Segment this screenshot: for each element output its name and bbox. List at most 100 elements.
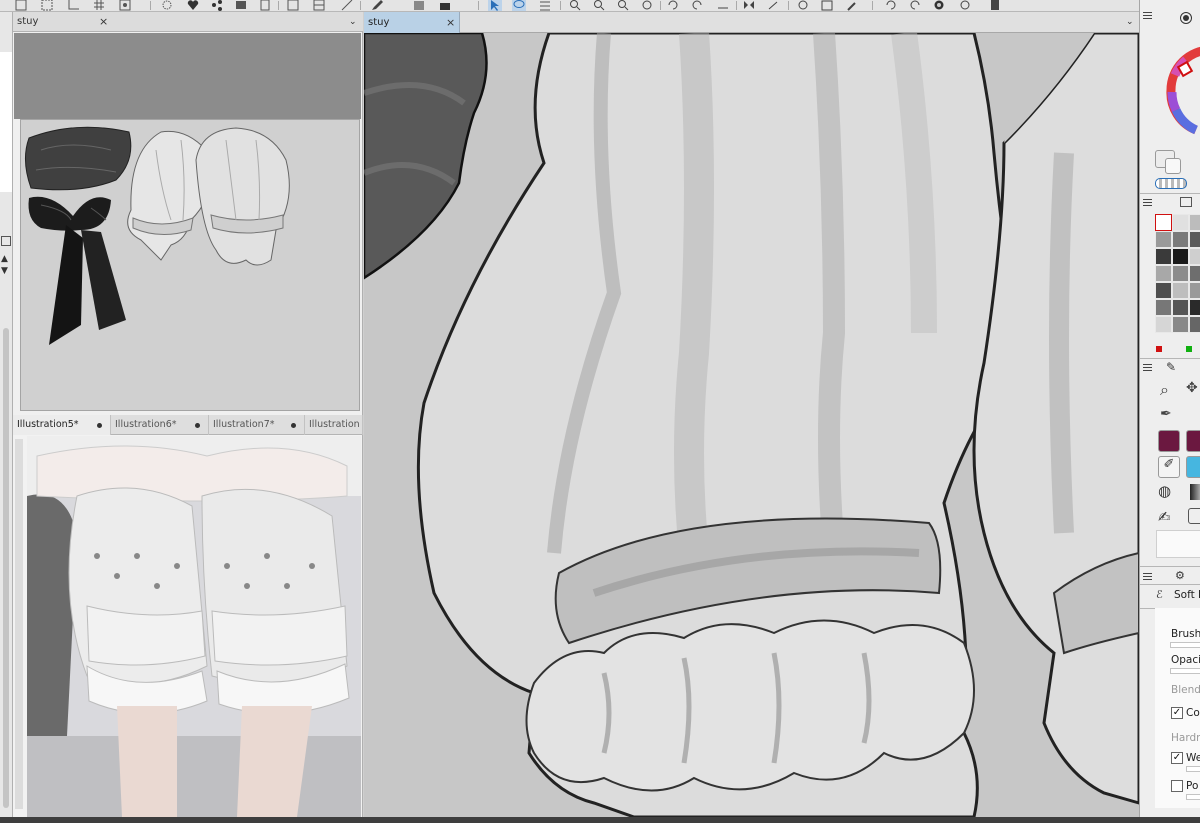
fit-icon[interactable]: [286, 0, 300, 11]
color-swatch[interactable]: [1155, 231, 1172, 248]
image-icon[interactable]: [820, 0, 834, 11]
expand-icon[interactable]: [1, 236, 11, 246]
color-wheel[interactable]: [1166, 30, 1200, 140]
align-icon[interactable]: [538, 0, 552, 11]
reset-view-icon[interactable]: [716, 0, 730, 11]
color-swatch[interactable]: [1155, 248, 1172, 265]
sub-view-tab[interactable]: stuy: [13, 12, 38, 32]
watercolor-slider[interactable]: [1186, 766, 1200, 772]
gradient-icon[interactable]: [1190, 484, 1200, 500]
flip-icon[interactable]: [742, 0, 756, 11]
lasso-icon[interactable]: [512, 0, 526, 11]
color-set-menu-icon[interactable]: [1143, 199, 1152, 206]
grid-icon[interactable]: [92, 0, 106, 11]
frame-icon[interactable]: [312, 0, 326, 11]
history-back-icon[interactable]: [884, 0, 898, 11]
share-icon[interactable]: [210, 0, 224, 11]
eyedropper-icon[interactable]: [846, 0, 860, 11]
color-swatch[interactable]: [1172, 214, 1189, 231]
color-set-options-icon[interactable]: [1180, 197, 1192, 207]
tool-menu-icon[interactable]: [1143, 364, 1152, 371]
color-swatch[interactable]: [1189, 214, 1200, 231]
brush-preset-icon[interactable]: [1158, 430, 1180, 452]
color-swatch[interactable]: [1155, 299, 1172, 316]
frame-tool-icon[interactable]: [1188, 508, 1200, 524]
reference-scrollbar[interactable]: [15, 439, 23, 809]
pressure-checkbox[interactable]: [1171, 780, 1183, 792]
transform-icon[interactable]: [118, 0, 132, 11]
device-icon[interactable]: [988, 0, 1002, 11]
zoom-out-icon[interactable]: [592, 0, 606, 11]
color-swatch[interactable]: [1155, 316, 1172, 333]
loading-icon[interactable]: [160, 0, 174, 11]
brush-preset-icon[interactable]: [1186, 430, 1200, 452]
zoom-tool-icon[interactable]: ⌕: [1160, 380, 1169, 400]
tab-illustration[interactable]: Illustration: [305, 415, 363, 435]
timelapse-icon[interactable]: [958, 0, 972, 11]
color-swatch[interactable]: [1155, 214, 1172, 231]
close-icon[interactable]: ×: [99, 12, 108, 32]
zoom-fit-icon[interactable]: [616, 0, 630, 11]
color-checkbox[interactable]: ✓: [1171, 707, 1183, 719]
main-canvas[interactable]: [364, 33, 1139, 817]
undo-icon[interactable]: [666, 0, 680, 11]
property-menu-icon[interactable]: [1143, 573, 1152, 580]
layer-icon[interactable]: [234, 0, 248, 11]
panel-menu-icon[interactable]: [1143, 12, 1152, 19]
redo-icon[interactable]: [690, 0, 704, 11]
eyedropper-icon[interactable]: ✒: [1160, 406, 1172, 422]
brush-size-slider[interactable]: [1170, 642, 1200, 648]
watercolor-checkbox[interactable]: ✓: [1171, 752, 1183, 764]
color-swatch[interactable]: [1172, 282, 1189, 299]
pen-icon[interactable]: [370, 0, 384, 11]
left-scrollbar[interactable]: [3, 328, 9, 808]
color-swatch[interactable]: [1189, 299, 1200, 316]
selection-icon[interactable]: [488, 0, 502, 11]
crop-icon[interactable]: [66, 0, 80, 11]
brush-icon[interactable]: ✍: [1158, 508, 1171, 526]
color-swatch[interactable]: [1155, 282, 1172, 299]
blend-tool-icon[interactable]: [1186, 456, 1200, 478]
history-forward-icon[interactable]: [908, 0, 922, 11]
color-swatch[interactable]: [1189, 316, 1200, 333]
scroll-arrow-icon[interactable]: ▲: [1, 254, 8, 264]
bucket-icon[interactable]: ◍: [1158, 482, 1171, 500]
chevron-down-icon[interactable]: ⌄: [1126, 12, 1134, 33]
layer-mask-icon[interactable]: [796, 0, 810, 11]
color-swatch[interactable]: [1155, 265, 1172, 282]
pen-tool-icon[interactable]: ✎: [1166, 360, 1176, 374]
rotate-canvas-icon[interactable]: [766, 0, 780, 11]
marquee-icon[interactable]: [40, 0, 54, 11]
rotate-icon[interactable]: [640, 0, 654, 11]
color-swatch[interactable]: [1172, 265, 1189, 282]
settings-sliders-icon[interactable]: ⚙: [1175, 569, 1185, 582]
color-swatch[interactable]: [1172, 316, 1189, 333]
color-swatch[interactable]: [1189, 265, 1200, 282]
clipboard-icon[interactable]: [258, 0, 272, 11]
record-icon[interactable]: [932, 0, 946, 11]
chevron-down-icon[interactable]: ⌄: [349, 12, 357, 32]
heart-icon[interactable]: [186, 0, 200, 11]
move-tool-icon[interactable]: ✥: [1186, 380, 1198, 396]
close-icon[interactable]: ×: [446, 12, 455, 33]
opacity-slider[interactable]: [1170, 668, 1200, 674]
zoom-in-icon[interactable]: [568, 0, 582, 11]
color-swatch[interactable]: [1172, 231, 1189, 248]
color-swatch[interactable]: [1189, 282, 1200, 299]
color-swatch[interactable]: [1189, 231, 1200, 248]
sub-color-swatch[interactable]: [1165, 158, 1181, 174]
color-swatch[interactable]: [1189, 248, 1200, 265]
sub-tool-box[interactable]: [1156, 530, 1200, 558]
pressure-slider[interactable]: [1186, 794, 1200, 800]
color-swatch[interactable]: [1172, 299, 1189, 316]
color-swatch[interactable]: [1172, 248, 1189, 265]
ruler-icon[interactable]: [340, 0, 354, 11]
sub-view-canvas[interactable]: [20, 119, 360, 411]
transparent-color-swatch[interactable]: [1155, 178, 1187, 189]
clear-icon[interactable]: [412, 0, 426, 11]
new-file-icon[interactable]: [14, 0, 28, 11]
color-mode-icon[interactable]: [1180, 12, 1192, 24]
fill-icon[interactable]: [438, 0, 452, 11]
brush-tool-icon[interactable]: ✐: [1158, 456, 1180, 478]
scroll-arrow-down-icon[interactable]: ▼: [1, 266, 8, 276]
